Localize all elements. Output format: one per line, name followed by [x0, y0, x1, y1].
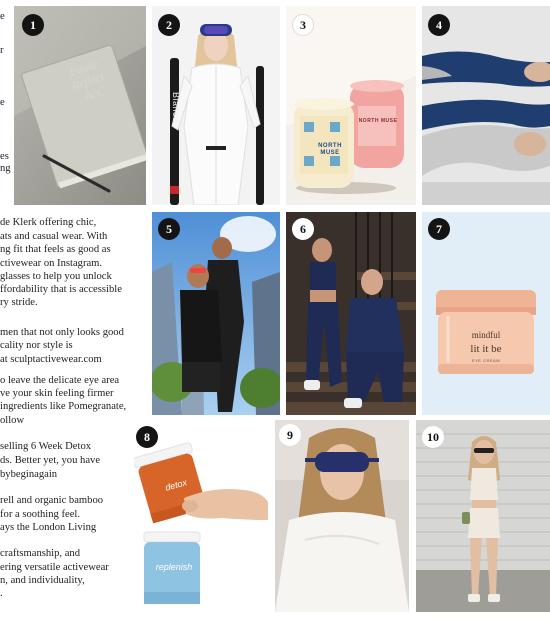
- tile-5-urban-activewear[interactable]: 5: [152, 212, 280, 415]
- candle-pink-brand: NORTH MUSE: [358, 118, 398, 124]
- badge-7: 7: [428, 218, 450, 240]
- badge-10: 10: [422, 426, 444, 448]
- badge-4: 4: [428, 14, 450, 36]
- tile-7-eye-cream[interactable]: mindful lit it be EYE CREAM 7: [422, 212, 550, 415]
- article-text-line: bybeginagain: [0, 469, 58, 480]
- article-text-line: craftsmanship, and: [0, 548, 81, 559]
- supplements-photo: [134, 420, 270, 612]
- tile-2-ski-outfit[interactable]: Blance 2: [152, 6, 280, 205]
- article-text-line: ollow: [0, 415, 25, 426]
- article-text-line: .: [0, 588, 3, 599]
- article-text-line: ays the London Living: [0, 522, 97, 533]
- article-text-line: glasses to help you unlock: [0, 271, 112, 282]
- jar-title-text: lit it be: [470, 343, 502, 355]
- jar-brand-text: mindful: [471, 330, 501, 340]
- tile-6-loungewear[interactable]: 6: [286, 212, 416, 415]
- article-text-line: at sculptactivewear.com: [0, 354, 102, 365]
- tile-10-cream-set[interactable]: 10: [416, 420, 550, 612]
- candle-line-1: NORTH: [318, 143, 342, 149]
- article-text-line: ingredients like Pomegranate,: [0, 401, 127, 412]
- article-text-line: ng fit that feels as good as: [0, 244, 111, 255]
- article-text-line: ctivewear on Instagram.: [0, 258, 103, 269]
- article-text-line: for a soothing feel.: [0, 509, 81, 520]
- article-text-line: e: [0, 97, 5, 108]
- loungewear-photo: [286, 212, 416, 415]
- article-text-line: rell and organic bamboo: [0, 495, 104, 506]
- tile-9-sleep-mask[interactable]: 9: [275, 420, 409, 612]
- badge-6: 6: [292, 218, 314, 240]
- badge-9: 9: [279, 424, 301, 446]
- ski-brand-text: Blance: [171, 92, 181, 123]
- candle-line-2: MUSE: [320, 150, 340, 156]
- article-text-line: men that not only looks good: [0, 327, 124, 338]
- article-text-line: ve your skin feeling firmer: [0, 388, 114, 399]
- tile-4-leggings[interactable]: 4: [422, 6, 550, 205]
- tub-replenish-label: replenish: [155, 562, 193, 572]
- article-text-line: cality nor style is: [0, 340, 73, 351]
- article-text-line: r: [0, 45, 4, 56]
- tile-1-journal[interactable]: Pause Reflect Act 1: [14, 6, 146, 205]
- jar-sub-text: EYE CREAM: [471, 358, 501, 363]
- article-text-line: ng: [0, 163, 11, 174]
- tile-3-candles[interactable]: NORTH MUSE NORTH MUSE 3: [286, 6, 416, 205]
- article-text-line: ry stride.: [0, 297, 38, 308]
- cream-set-photo: [416, 420, 550, 612]
- tile-8-supplements[interactable]: detox replenish 8: [134, 420, 270, 612]
- urban-duo-photo: [152, 212, 280, 415]
- article-text-line: de Klerk offering chic,: [0, 217, 97, 228]
- candles-photo: [286, 6, 416, 205]
- leggings-photo: [422, 6, 550, 205]
- badge-1: 1: [22, 14, 44, 36]
- badge-3: 3: [292, 14, 314, 36]
- article-text-line: ds. Better yet, you have: [0, 455, 101, 466]
- article-text-line: ats and casual wear. With: [0, 231, 108, 242]
- badge-5: 5: [158, 218, 180, 240]
- badge-2: 2: [158, 14, 180, 36]
- article-text-line: e: [0, 11, 5, 22]
- article-text-line: n, and individuality,: [0, 575, 85, 586]
- candle-blue-brand: NORTH MUSE: [306, 143, 354, 157]
- eye-cream-photo: [422, 212, 550, 415]
- article-text-line: ffordability that is accessible: [0, 284, 122, 295]
- sleep-mask-photo: [275, 420, 409, 612]
- article-text-line: ering versatile activewear: [0, 562, 109, 573]
- article-text-line: o leave the delicate eye area: [0, 375, 120, 386]
- badge-8: 8: [136, 426, 158, 448]
- article-text-line: selling 6 Week Detox: [0, 441, 92, 452]
